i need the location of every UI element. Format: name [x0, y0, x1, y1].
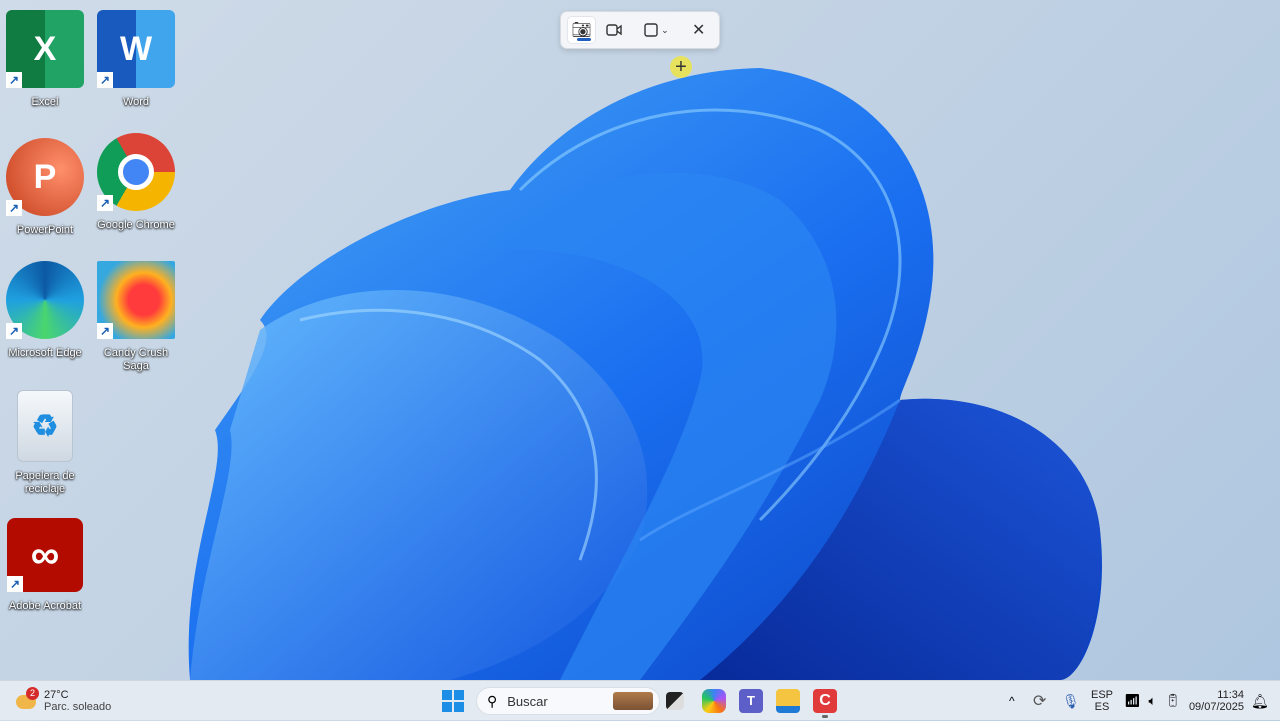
language-button[interactable]: ESP ES — [1091, 681, 1113, 721]
chrome-icon: ↗ — [97, 133, 175, 211]
word-letter: W — [119, 29, 153, 68]
copilot-icon — [702, 689, 726, 713]
powerpoint-icon: P ↗ — [6, 138, 84, 216]
search-box[interactable]: ⚲ Buscar — [476, 687, 660, 715]
excel-icon: X ↗ — [6, 10, 84, 88]
shortcut-arrow-icon: ↗ — [97, 323, 113, 339]
taskbar-app-active[interactable]: C — [813, 681, 837, 721]
teams-icon: T — [739, 689, 763, 713]
edge-icon: ↗ — [6, 261, 84, 339]
desktop-icon-label: PowerPoint — [16, 224, 74, 236]
video-mode-button[interactable] — [600, 16, 629, 44]
taskbar-teams[interactable]: T — [739, 681, 763, 721]
show-hidden-icons-button[interactable]: ^ — [1009, 681, 1015, 721]
folder-icon — [776, 689, 800, 713]
desktop-icon-label: Candy Crush Saga — [103, 347, 169, 372]
clock-time: 11:34 — [1217, 689, 1244, 701]
screenshot-mode-button[interactable]: 📷︎ — [567, 16, 596, 44]
taskbar-copilot[interactable] — [702, 681, 726, 721]
candy-crush-icon: ↗ — [97, 261, 175, 339]
powerpoint-letter: P — [33, 157, 57, 196]
shortcut-arrow-icon: ↗ — [6, 72, 22, 88]
task-view-icon — [666, 692, 684, 710]
desktop-icon-candy-crush[interactable]: ↗ Candy Crush Saga — [91, 261, 181, 373]
recycle-bin-icon: ♻ — [17, 390, 73, 462]
desktop-icon-acrobat[interactable]: ∞ ↗ Adobe Acrobat — [0, 518, 90, 613]
wifi-icon: 📶︎ — [1124, 693, 1141, 708]
desktop-icon-edge[interactable]: ↗ Microsoft Edge — [0, 261, 90, 360]
volume-icon: 🔈︎ — [1148, 693, 1157, 708]
notification-badge: 2 — [26, 687, 39, 700]
video-icon — [606, 24, 622, 36]
weather-widget[interactable]: 2 27°C Parc. soleado — [14, 681, 111, 721]
windows-icon — [442, 690, 464, 712]
sync-status-button[interactable]: ⟳ — [1033, 681, 1046, 721]
desktop-icon-label: Google Chrome — [97, 219, 175, 231]
crosshair-cursor-icon: + — [670, 56, 692, 78]
desktop-icon-label: Adobe Acrobat — [8, 600, 82, 612]
desktop-icon-chrome[interactable]: ↗ Google Chrome — [91, 133, 181, 232]
shortcut-arrow-icon: ↗ — [7, 576, 23, 592]
desktop-icon-label: Word — [122, 96, 150, 108]
search-icon: ⚲ — [487, 692, 498, 709]
close-button[interactable]: ✕ — [684, 16, 713, 44]
snip-mode-icon — [644, 23, 658, 37]
snip-mode-dropdown[interactable]: ⌄ — [639, 16, 675, 44]
weather-icon: 2 — [14, 687, 39, 713]
snipping-toolbar: 📷︎ ⌄ ✕ — [560, 11, 720, 49]
desktop-icon-word[interactable]: W ↗ Word — [91, 10, 181, 109]
desktop-icon-label: Excel — [31, 96, 59, 108]
keyboard-layout: ES — [1094, 701, 1110, 713]
desktop-icon-powerpoint[interactable]: P ↗ PowerPoint — [0, 138, 90, 237]
acrobat-icon: ∞ ↗ — [7, 518, 83, 592]
language-code: ESP — [1091, 689, 1114, 701]
close-icon: ✕ — [691, 22, 706, 39]
excel-letter: X — [33, 29, 57, 68]
shortcut-arrow-icon: ↗ — [6, 323, 22, 339]
taskbar: 2 27°C Parc. soleado ⚲ Buscar T C ^ ⟳ 🎙︎ … — [0, 680, 1280, 720]
weather-temp: 27°C — [44, 689, 69, 701]
microphone-icon: 🎙︎ — [1062, 692, 1080, 709]
battery-icon: 🔋︎ — [1164, 693, 1181, 708]
search-highlight-icon — [613, 692, 653, 710]
shortcut-arrow-icon: ↗ — [97, 72, 113, 88]
desktop-icon-excel[interactable]: X ↗ Excel — [0, 10, 90, 109]
desktop-icon-label: Microsoft Edge — [8, 347, 82, 359]
start-button[interactable] — [442, 681, 464, 721]
microphone-button[interactable]: 🎙︎ — [1062, 681, 1080, 721]
quick-settings-button[interactable]: 📶︎ 🔈︎ 🔋︎ — [1124, 681, 1181, 721]
desktop-icon-recycle-bin[interactable]: ♻ Papelera de reciclaje — [0, 390, 90, 496]
desktop-icon-label: Papelera de reciclaje — [15, 470, 75, 495]
bell-icon: 🔔︎ — [1251, 692, 1269, 709]
chevron-down-icon: ⌄ — [661, 24, 669, 35]
shortcut-arrow-icon: ↗ — [6, 200, 22, 216]
weather-condition: Parc. soleado — [44, 701, 112, 713]
taskbar-task-view[interactable] — [666, 681, 684, 721]
wallpaper-bloom — [188, 68, 1102, 680]
search-placeholder: Buscar — [507, 693, 548, 709]
sync-icon: ⟳ — [1033, 693, 1047, 710]
camera-icon: 📷︎ — [571, 22, 592, 39]
snipping-app-icon: C — [813, 689, 837, 713]
shortcut-arrow-icon: ↗ — [97, 195, 113, 211]
taskbar-file-explorer[interactable] — [776, 681, 800, 721]
chevron-up-icon: ^ — [1009, 694, 1015, 708]
clock-date: 09/07/2025 — [1188, 701, 1244, 713]
notifications-button[interactable]: 🔔︎ — [1251, 681, 1269, 721]
clock[interactable]: 11:34 09/07/2025 — [1188, 681, 1244, 721]
word-icon: W ↗ — [97, 10, 175, 88]
